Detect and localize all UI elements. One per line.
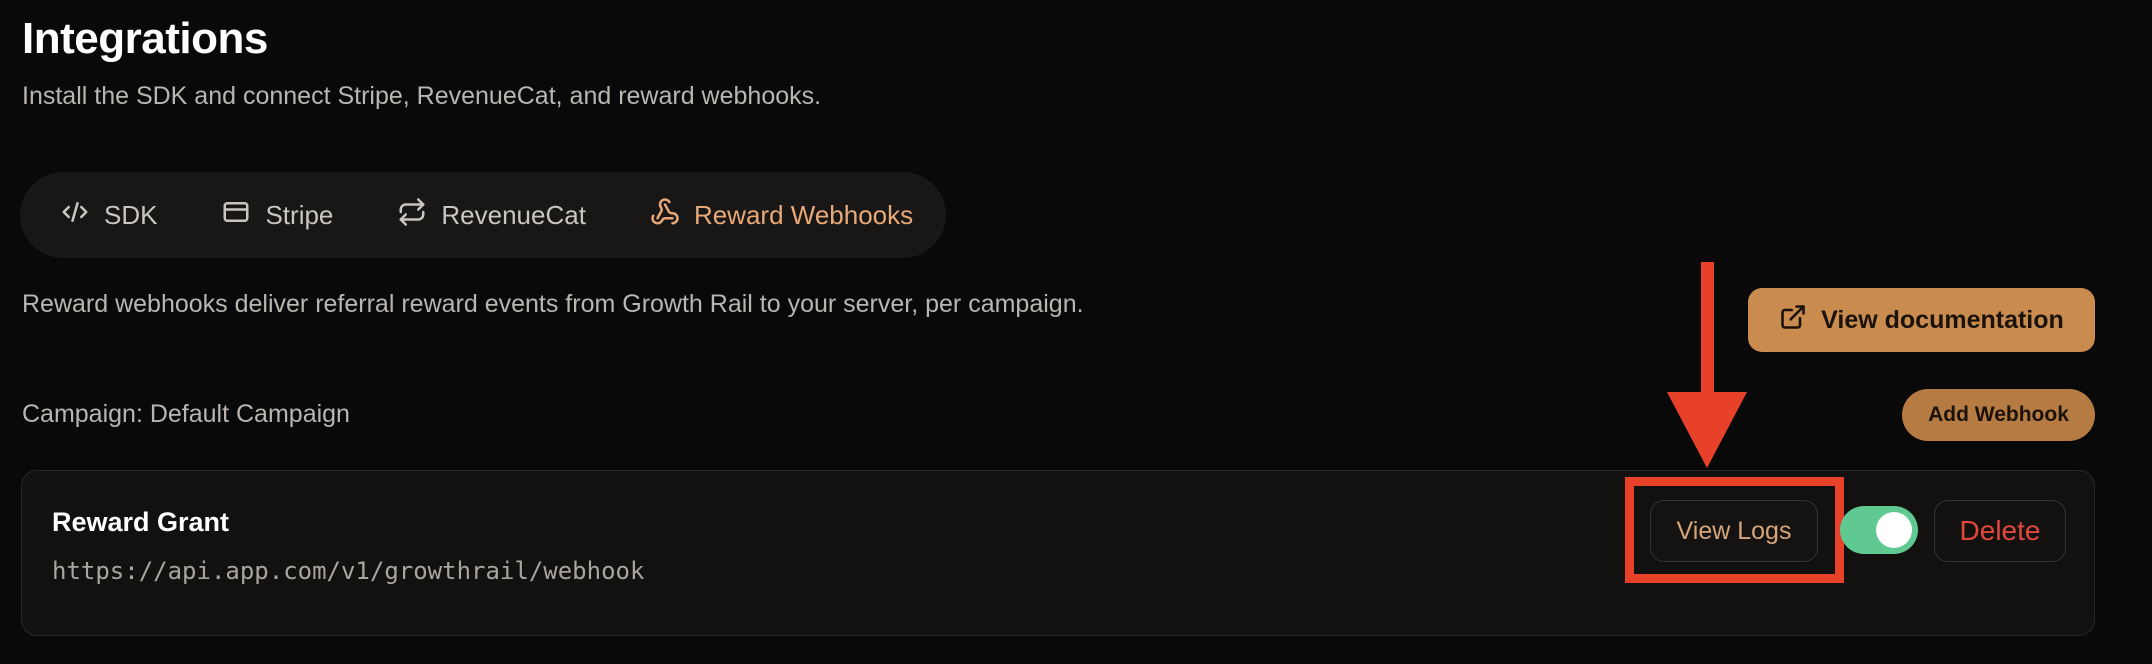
integrations-tabs: SDK Stripe RevenueCat Reward Webhooks <box>20 172 946 258</box>
tab-label: SDK <box>104 199 158 230</box>
page-title: Integrations <box>22 14 268 63</box>
tab-revenuecat[interactable]: RevenueCat <box>397 197 586 234</box>
toggle-knob <box>1876 512 1912 548</box>
tab-reward-webhooks[interactable]: Reward Webhooks <box>650 197 913 234</box>
webhooks-description: Reward webhooks deliver referral reward … <box>22 290 1084 318</box>
tab-stripe[interactable]: Stripe <box>221 197 333 234</box>
add-webhook-button[interactable]: Add Webhook <box>1902 389 2095 441</box>
page-subtitle: Install the SDK and connect Stripe, Reve… <box>22 82 822 110</box>
view-logs-button[interactable]: View Logs <box>1650 500 1818 562</box>
annotation-arrow-icon <box>1667 262 1747 468</box>
repeat-icon <box>397 197 427 234</box>
credit-card-icon <box>221 197 251 234</box>
webhook-card: Reward Grant https://api.app.com/v1/grow… <box>21 470 2095 636</box>
view-documentation-label: View documentation <box>1821 305 2064 334</box>
tab-label: Reward Webhooks <box>693 199 914 230</box>
tab-label: Stripe <box>265 199 334 230</box>
webhook-enabled-toggle[interactable] <box>1840 506 1918 554</box>
delete-webhook-button[interactable]: Delete <box>1934 500 2066 562</box>
tab-sdk[interactable]: SDK <box>60 197 157 234</box>
campaign-label: Campaign: Default Campaign <box>22 400 350 428</box>
external-link-icon <box>1779 303 1807 338</box>
webhook-name: Reward Grant <box>52 507 230 537</box>
view-documentation-button[interactable]: View documentation <box>1748 288 2095 352</box>
webhook-url: https://api.app.com/v1/growthrail/webhoo… <box>52 557 645 585</box>
webhook-icon <box>650 197 680 234</box>
integrations-page: Integrations Install the SDK and connect… <box>0 0 2152 664</box>
code-icon <box>60 197 90 234</box>
tab-label: RevenueCat <box>441 199 586 230</box>
